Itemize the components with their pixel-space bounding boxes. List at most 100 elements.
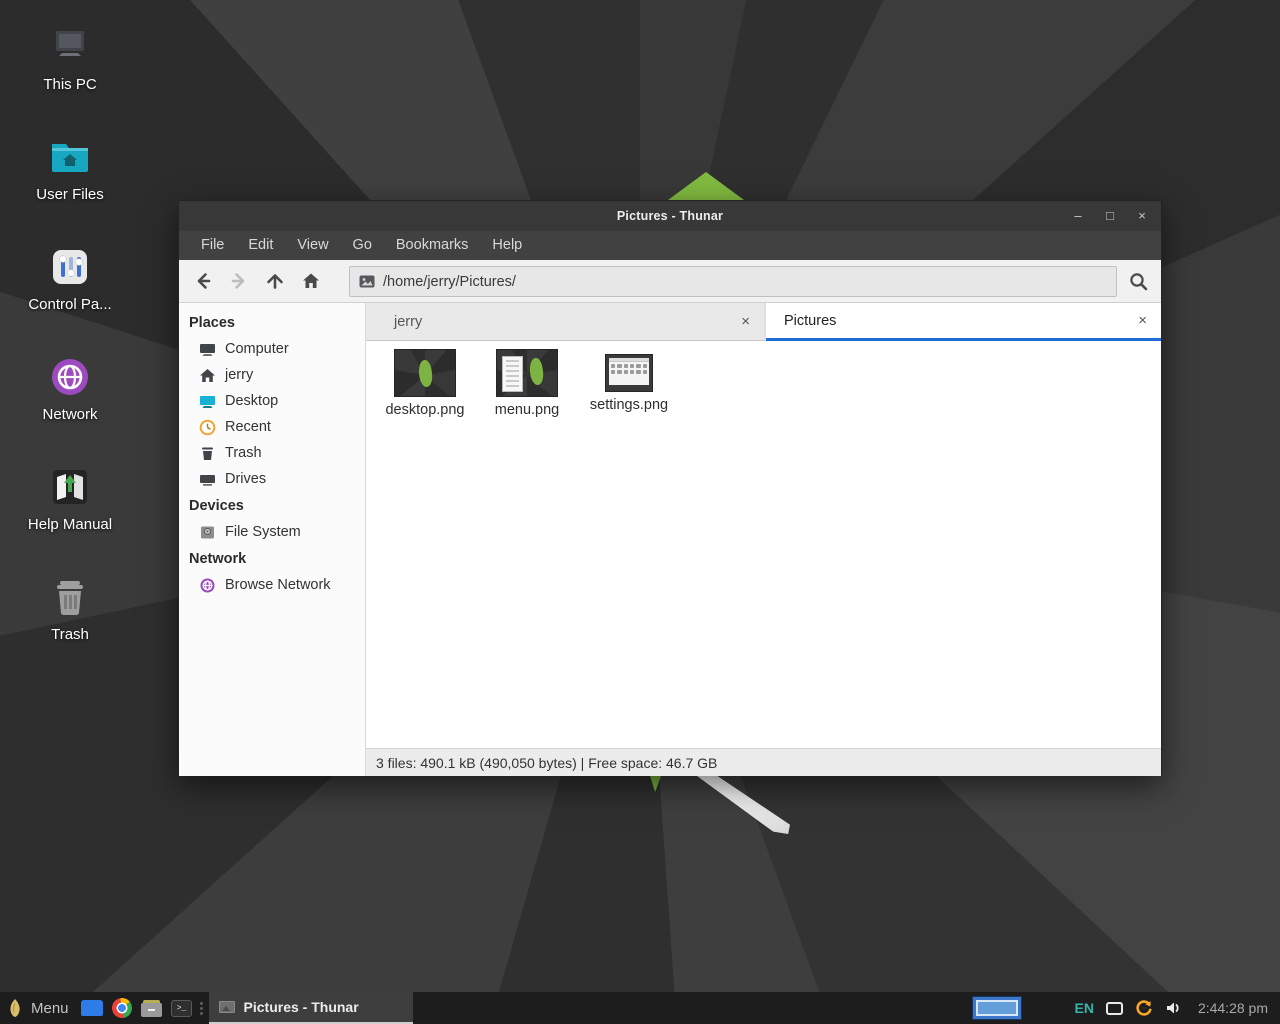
panel-handle[interactable] (197, 992, 207, 1024)
menu-go[interactable]: Go (341, 231, 384, 260)
recent-clock-icon (199, 419, 216, 436)
settings-png-thumbnail (605, 354, 653, 392)
file-menu-png[interactable]: menu.png (476, 349, 578, 418)
show-desktop-launcher[interactable] (77, 992, 107, 1024)
location-bar[interactable]: /home/jerry/Pictures/ (349, 266, 1117, 297)
window-title: Pictures - Thunar (179, 209, 1161, 223)
sidebar-item-trash[interactable]: Trash (179, 440, 365, 466)
tab-close-icon[interactable]: × (1138, 312, 1147, 329)
search-icon (1128, 271, 1149, 292)
menu-help[interactable]: Help (480, 231, 534, 260)
control-panel-icon (47, 244, 93, 290)
desktop-icon-label: Help Manual (28, 516, 112, 533)
up-button[interactable] (259, 265, 291, 297)
network-globe-icon (199, 577, 216, 594)
status-bar: 3 files: 490.1 kB (490,050 bytes) | Free… (366, 748, 1161, 776)
tab-bar: jerry × Pictures × (366, 303, 1161, 341)
tab-close-icon[interactable]: × (741, 313, 750, 330)
drives-icon (199, 471, 216, 488)
desktop-icon-label: Control Pa... (28, 296, 111, 313)
sidebar-header-places: Places (179, 309, 365, 336)
update-manager-icon[interactable] (1134, 998, 1154, 1018)
home-folder-icon (47, 134, 93, 180)
start-menu-label: Menu (31, 1000, 69, 1017)
back-button[interactable] (187, 265, 219, 297)
window-body: Places Computer jerry Desktop Recent Tra… (179, 303, 1161, 776)
tab-pictures[interactable]: Pictures × (766, 303, 1161, 341)
file-manager-launcher[interactable] (137, 992, 167, 1024)
image-icon (359, 275, 375, 288)
clock[interactable]: 2:44:28 pm (1198, 1000, 1268, 1016)
start-menu-button[interactable]: Menu (0, 992, 77, 1024)
tab-jerry[interactable]: jerry × (366, 303, 764, 341)
menu-edit[interactable]: Edit (236, 231, 285, 260)
sidebar-item-computer[interactable]: Computer (179, 336, 365, 362)
desktop-icon (199, 393, 216, 410)
sidebar-item-browse-network[interactable]: Browse Network (179, 572, 365, 598)
mint-logo-icon (7, 998, 23, 1018)
taskbar: Menu >_ Pictures - Thunar EN 2:44:28 pm (0, 992, 1280, 1024)
location-path: /home/jerry/Pictures/ (383, 274, 516, 290)
search-button[interactable] (1121, 265, 1155, 298)
desktop-png-thumbnail (394, 349, 456, 397)
picture-file-icon (219, 1001, 235, 1013)
taskbar-window-label: Pictures - Thunar (244, 999, 359, 1015)
file-view[interactable]: desktop.png menu.png settings.png (366, 341, 1161, 748)
active-workspace (976, 1000, 1018, 1016)
workspace-switcher[interactable] (972, 996, 1022, 1020)
desktop-icon-label: User Files (36, 186, 104, 203)
taskbar-right: EN 2:44:28 pm (972, 992, 1280, 1024)
filesystem-drive-icon (199, 524, 216, 541)
file-cabinet-icon (141, 1000, 162, 1017)
home-icon (199, 367, 216, 384)
home-button[interactable] (295, 265, 327, 297)
window-controls: – □ × (1069, 201, 1151, 231)
menu-view[interactable]: View (285, 231, 340, 260)
file-settings-png[interactable]: settings.png (578, 349, 680, 413)
sidebar-item-jerry[interactable]: jerry (179, 362, 365, 388)
trash-icon (47, 574, 93, 620)
desktop-icon-user-files[interactable]: User Files (18, 134, 122, 204)
desktop-icon-help-manual[interactable]: Help Manual (18, 464, 122, 534)
thunar-window: Pictures - Thunar – □ × File Edit View G… (178, 200, 1162, 776)
desktop-icon-this-pc[interactable]: This PC (18, 24, 122, 94)
menu-png-thumbnail (496, 349, 558, 397)
menu-bookmarks[interactable]: Bookmarks (384, 231, 481, 260)
taskbar-window-button[interactable]: Pictures - Thunar (209, 992, 413, 1024)
window-icon (81, 1000, 103, 1016)
sidebar-item-drives[interactable]: Drives (179, 466, 365, 492)
maximize-button[interactable]: □ (1101, 201, 1119, 231)
sidebar-item-recent[interactable]: Recent (179, 414, 365, 440)
forward-button[interactable] (223, 265, 255, 297)
desktop-icon-column: This PC User Files Control Pa... Network… (18, 24, 122, 684)
desktop-icon-control-panel[interactable]: Control Pa... (18, 244, 122, 314)
sidebar: Places Computer jerry Desktop Recent Tra… (179, 303, 366, 776)
menu-bar: File Edit View Go Bookmarks Help (179, 231, 1161, 260)
desktop-icon-trash[interactable]: Trash (18, 574, 122, 644)
chrome-launcher[interactable] (107, 992, 137, 1024)
minimize-button[interactable]: – (1069, 201, 1087, 231)
desktop-icon-network[interactable]: Network (18, 354, 122, 424)
computer-icon (199, 341, 216, 358)
sidebar-header-devices: Devices (179, 492, 365, 519)
sidebar-item-desktop[interactable]: Desktop (179, 388, 365, 414)
trash-icon (199, 445, 216, 462)
file-desktop-png[interactable]: desktop.png (374, 349, 476, 418)
desktop-icon-label: Trash (51, 626, 89, 643)
sidebar-item-file-system[interactable]: File System (179, 519, 365, 545)
menu-file[interactable]: File (189, 231, 236, 260)
chrome-icon (112, 998, 132, 1018)
keyboard-layout-indicator[interactable]: EN (1074, 1000, 1093, 1016)
window-titlebar[interactable]: Pictures - Thunar – □ × (179, 201, 1161, 231)
volume-icon[interactable] (1165, 1000, 1183, 1016)
content-pane: jerry × Pictures × desktop.png (366, 303, 1161, 776)
computer-icon (47, 24, 93, 70)
desktop-icon-label: Network (42, 406, 97, 423)
terminal-launcher[interactable]: >_ (167, 992, 197, 1024)
network-globe-icon (47, 354, 93, 400)
toolbar: /home/jerry/Pictures/ (179, 260, 1161, 303)
close-button[interactable]: × (1133, 201, 1151, 231)
desktop-icon-label: This PC (43, 76, 96, 93)
display-tray-icon[interactable] (1106, 1002, 1123, 1015)
terminal-icon: >_ (171, 1000, 192, 1017)
